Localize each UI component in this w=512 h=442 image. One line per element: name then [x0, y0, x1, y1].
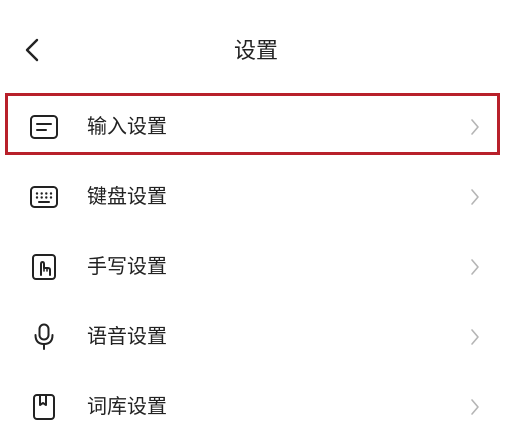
settings-item-input[interactable]: 输入设置: [0, 92, 512, 162]
settings-item-voice[interactable]: 语音设置: [0, 302, 512, 372]
handwriting-icon: [29, 253, 59, 281]
microphone-icon: [29, 323, 59, 351]
highlight-frame: [5, 93, 500, 155]
settings-list: 输入设置 键盘设置 手写设置 语音设置 词库设置: [0, 92, 512, 442]
settings-item-label: 输入设置: [87, 114, 167, 138]
dictionary-icon: [29, 393, 59, 421]
settings-item-handwriting[interactable]: 手写设置: [0, 232, 512, 302]
settings-item-keyboard[interactable]: 键盘设置: [0, 162, 512, 232]
settings-item-label: 键盘设置: [87, 184, 167, 208]
settings-item-dictionary[interactable]: 词库设置: [0, 372, 512, 442]
chevron-right-icon: [468, 116, 482, 138]
settings-item-label: 语音设置: [87, 324, 167, 348]
settings-item-label: 手写设置: [87, 254, 167, 278]
header: 设置: [0, 20, 512, 84]
chevron-right-icon: [468, 186, 482, 208]
chevron-right-icon: [468, 396, 482, 418]
chevron-right-icon: [468, 256, 482, 278]
keyboard-icon: [29, 183, 59, 211]
chevron-right-icon: [468, 326, 482, 348]
page-title: 设置: [233, 39, 278, 64]
settings-item-label: 词库设置: [87, 394, 167, 418]
input-icon: [29, 113, 59, 141]
